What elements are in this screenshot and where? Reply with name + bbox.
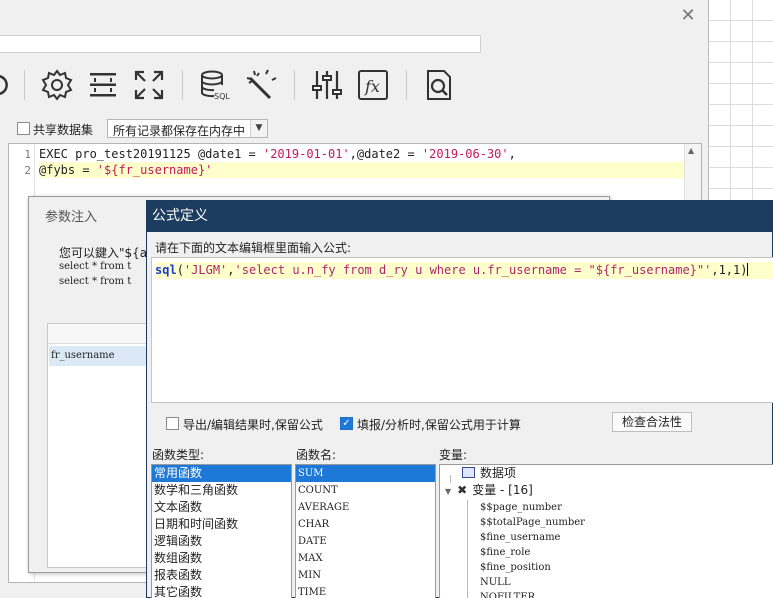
variables-node[interactable]: ▼ ✖ 变量 - [16] [445,483,533,498]
variable-item[interactable]: NOFILTER [480,590,535,598]
func-type-item[interactable]: 数组函数 [152,550,291,567]
func-name-item[interactable]: MIN [296,567,435,584]
func-type-item[interactable]: 报表函数 [152,567,291,584]
share-dataset-label: 共享数据集 [33,123,94,137]
func-type-item[interactable]: 逻辑函数 [152,533,291,550]
param-row[interactable]: fr_username [49,346,156,366]
func-type-label: 函数类型: [152,448,205,462]
variable-item[interactable]: $$totalPage_number [480,515,585,530]
expand-icon[interactable] [132,68,166,102]
check-validity-button[interactable]: 检查合法性 [612,412,692,432]
export-keep-formula-label: 导出/编辑结果时,保留公式 [183,418,323,432]
formula-line: sql('JLGM','select u.n_fy from d_ry u wh… [155,262,773,279]
variable-item[interactable]: $$page_number [480,500,562,515]
func-name-list[interactable]: SUM COUNT AVERAGE CHAR DATE MAX MIN TIME [295,464,436,598]
dataset-name-input[interactable] [0,35,481,53]
func-name-item[interactable]: COUNT [296,482,435,499]
chevron-down-icon[interactable]: ▼ [250,120,267,137]
dataset-options-row: 共享数据集 所有记录都保存在内存中 ▼ [0,118,709,140]
line-number: 1 [24,148,31,161]
formula-prompt: 请在下面的文本编辑框里面输入公式: [155,241,352,255]
split-icon[interactable] [86,68,120,102]
line-number: 2 [24,164,31,177]
variable-item[interactable]: NULL [480,575,510,590]
table-icon [462,467,475,478]
formula-dialog: 公式定义 请在下面的文本编辑框里面输入公式: sql('JLGM','selec… [146,200,773,598]
storage-mode-select[interactable]: 所有记录都保存在内存中 ▼ [107,119,268,138]
settings-icon[interactable] [40,68,74,102]
func-name-label: 函数名: [296,448,337,462]
param-example-2: select * from t [59,276,132,287]
func-type-list[interactable]: 常用函数 数学和三角函数 文本函数 日期和时间函数 逻辑函数 数组函数 报表函数… [151,464,292,598]
svg-text:SQL: SQL [214,92,230,101]
func-type-item[interactable]: 常用函数 [152,465,291,482]
func-name-item[interactable]: CHAR [296,516,435,533]
formula-dialog-title: 公式定义 [147,201,772,232]
refresh-icon[interactable] [0,68,16,102]
sql-line-1: EXEC pro_test20191125 @date1 = '2019-01-… [39,147,516,161]
search-doc-icon[interactable] [422,68,456,102]
param-example-1: select * from t [59,261,132,272]
func-name-item[interactable]: DATE [296,533,435,550]
formula-editor[interactable]: sql('JLGM','select u.n_fy from d_ry u wh… [151,257,773,403]
sql-line-2: @fybs = '${fr_username}' [39,162,683,178]
func-type-item[interactable]: 数学和三角函数 [152,482,291,499]
close-icon[interactable]: ✕ [679,7,697,25]
func-name-item[interactable]: AVERAGE [296,499,435,516]
param-table: fr_username [47,323,157,568]
variable-label: 变量: [439,448,468,462]
storage-mode-value: 所有记录都保存在内存中 [113,124,246,138]
svg-text:fx: fx [364,77,380,96]
fill-keep-formula-checkbox[interactable]: ✓ [340,417,353,430]
variable-tree[interactable]: 数据项 ▼ ✖ 变量 - [16] $$page_number $$totalPag… [439,464,773,598]
variable-item[interactable]: $fine_username [480,530,560,545]
formula-fx-icon[interactable]: fx [356,68,390,102]
scroll-up-icon[interactable]: ▲ [688,146,694,155]
fill-keep-formula-label: 填报/分析时,保留公式用于计算 [357,418,521,432]
variable-item[interactable]: $fine_role [480,545,530,560]
toolbar: SQL fx [0,64,709,108]
func-type-item[interactable]: 其它函数 [152,584,291,598]
param-hint-text: 您可以鍵入"${a [59,246,148,260]
func-type-item[interactable]: 文本函数 [152,499,291,516]
database-sql-icon[interactable]: SQL [198,68,232,102]
param-table-header [48,324,156,344]
text-caret [747,263,749,276]
param-dialog-title: 参数注入 [45,210,98,225]
chevron-down-icon[interactable]: ▼ [445,487,451,496]
share-dataset-checkbox[interactable] [17,122,30,135]
magic-wand-icon[interactable] [244,68,278,102]
func-name-item[interactable]: SUM [296,465,435,482]
variables-icon: ✖ [457,483,468,497]
data-items-node[interactable]: 数据项 [462,466,516,481]
func-name-item[interactable]: MAX [296,550,435,567]
variable-item[interactable]: $fine_position [480,560,551,575]
func-type-item[interactable]: 日期和时间函数 [152,516,291,533]
func-name-item[interactable]: TIME [296,584,435,598]
export-keep-formula-checkbox[interactable] [166,417,179,430]
sliders-icon[interactable] [310,68,344,102]
